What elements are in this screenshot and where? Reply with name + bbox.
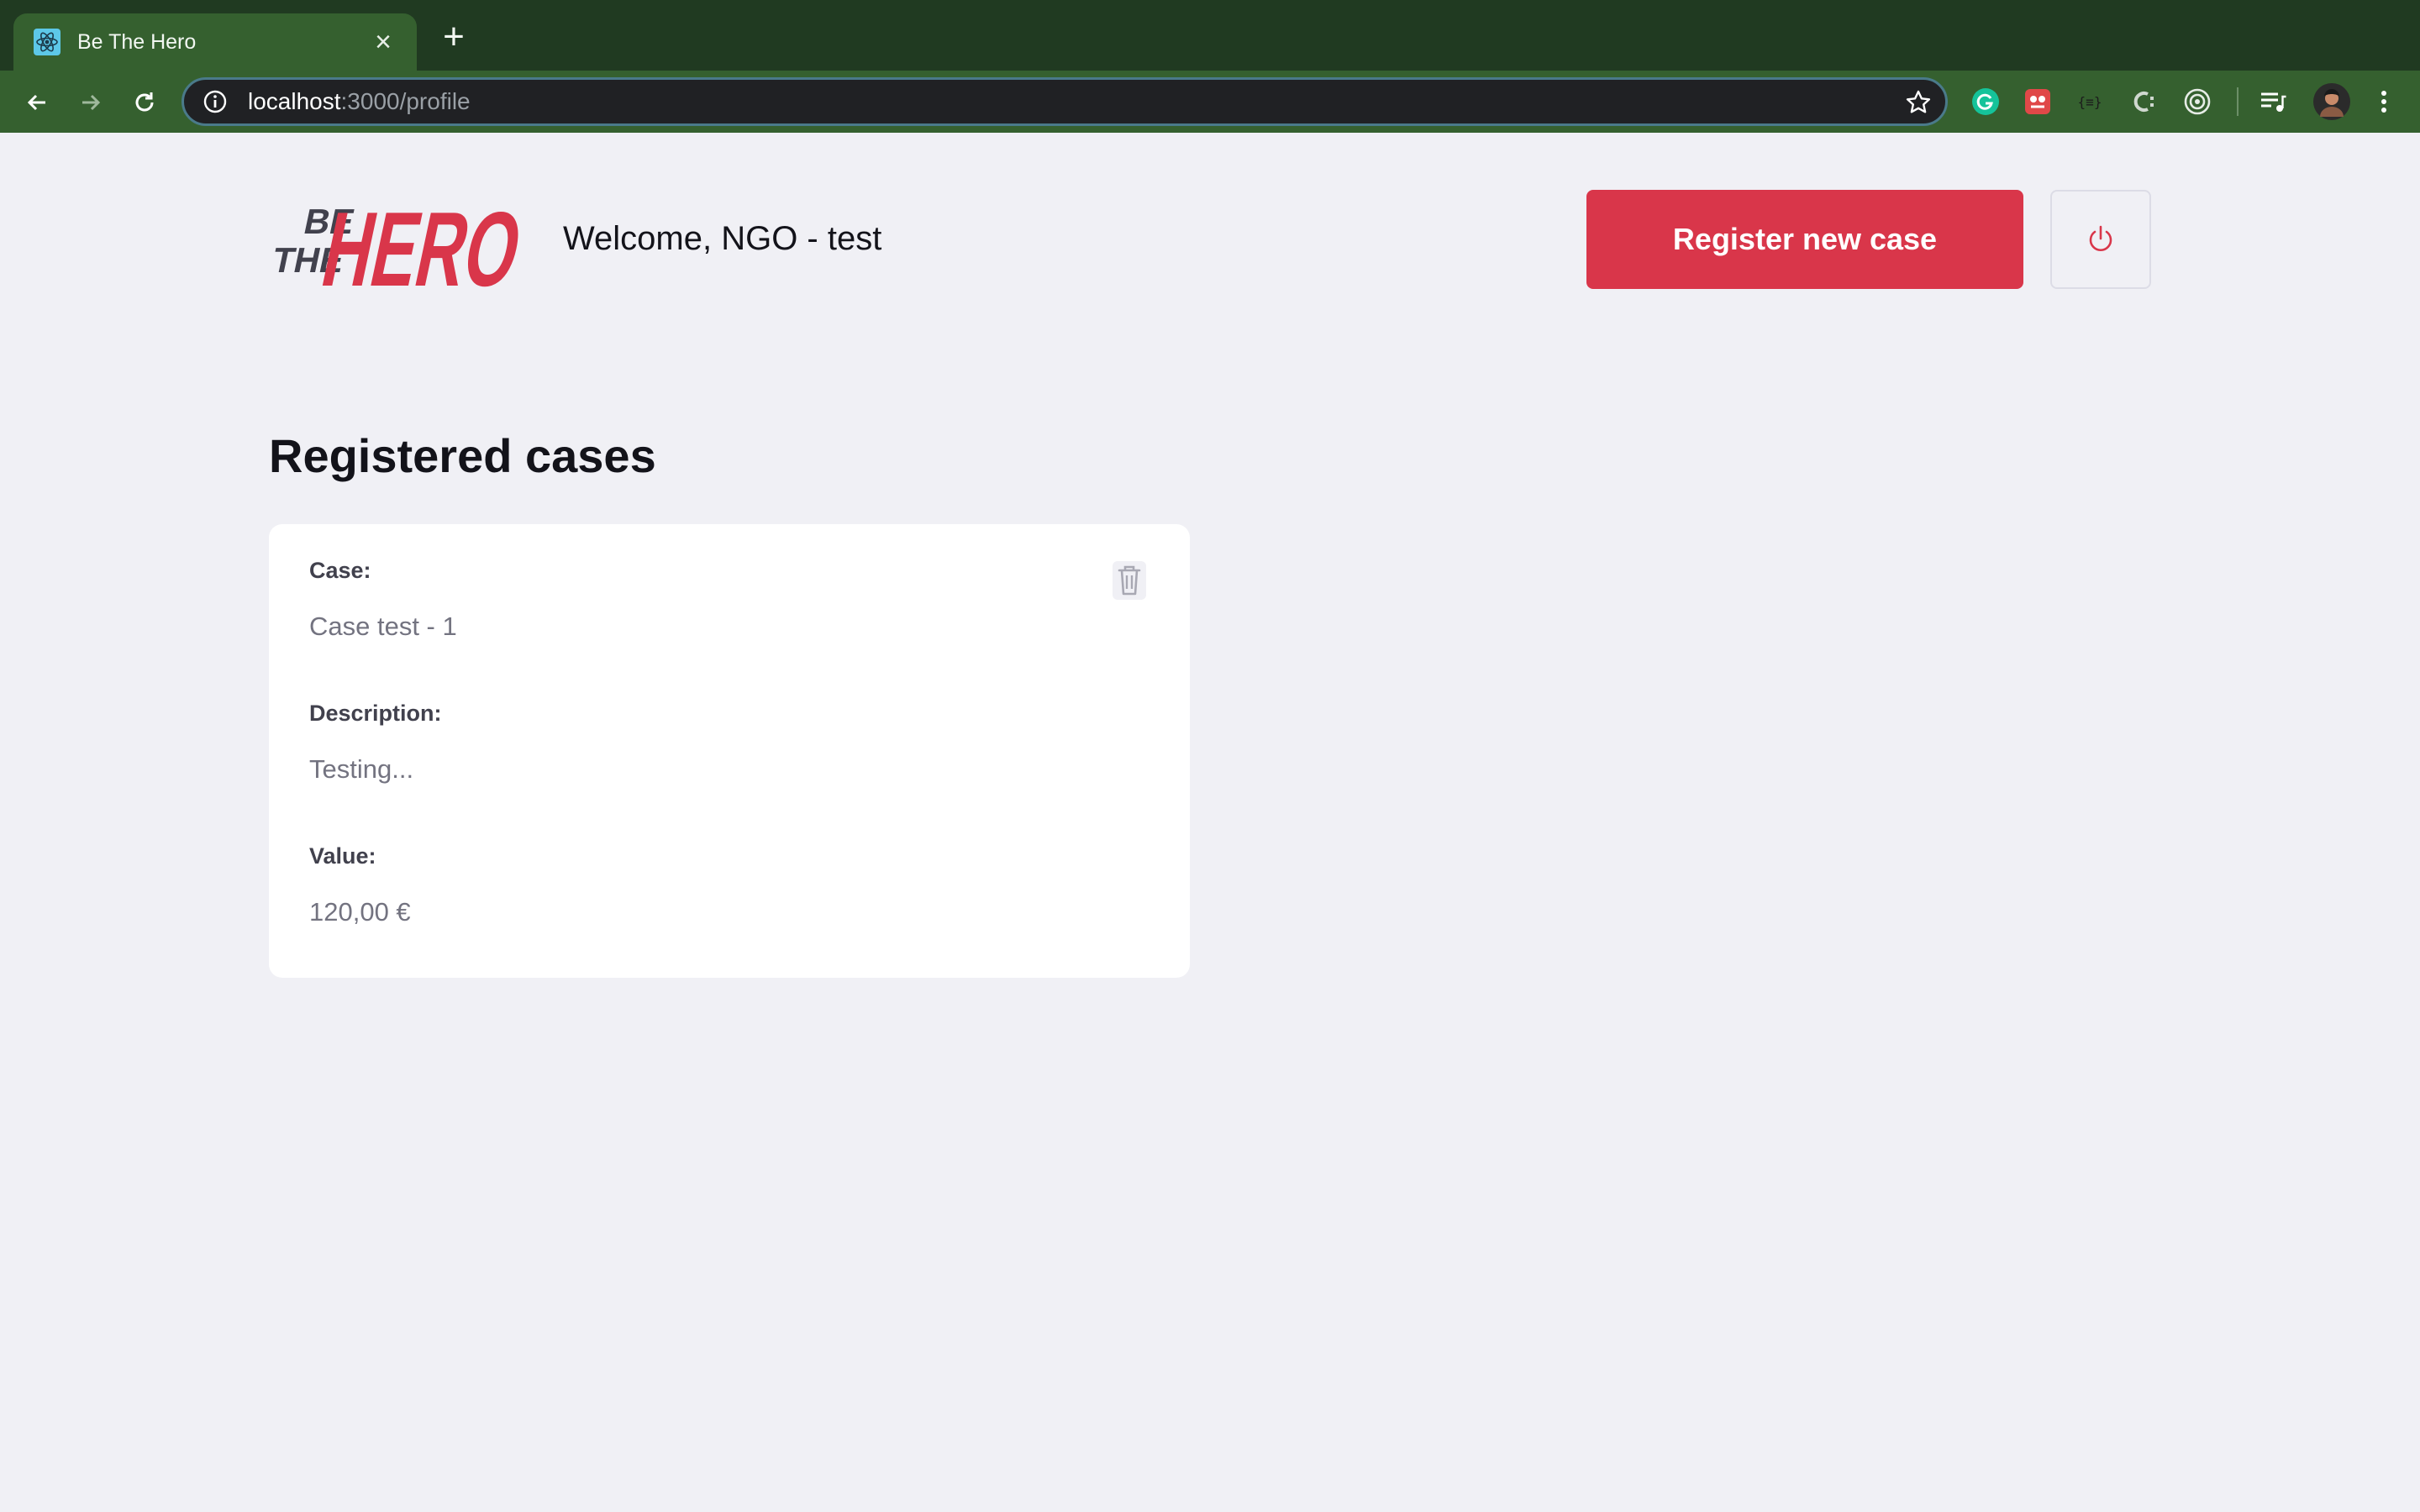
delete-case-button[interactable]: [1111, 559, 1148, 601]
description-value: Testing...: [309, 754, 414, 784]
profile-page: BE THE HERO Welcome, NGO - test Register…: [0, 133, 2420, 1512]
extension-icon[interactable]: [2022, 86, 2054, 118]
address-bar[interactable]: localhost:3000/profile: [182, 77, 1948, 126]
case-label: Case:: [309, 558, 371, 583]
tab-title: Be The Hero: [77, 29, 197, 54]
register-new-case-button[interactable]: Register new case: [1586, 190, 2023, 289]
logout-button[interactable]: [2050, 190, 2151, 289]
browser-toolbar: localhost:3000/profile {≡}: [0, 71, 2420, 133]
close-icon[interactable]: ×: [370, 28, 397, 56]
grammarly-icon[interactable]: [1970, 86, 2002, 118]
plus-icon[interactable]: +: [437, 18, 471, 55]
avatar[interactable]: [2312, 82, 2351, 121]
json-icon[interactable]: {≡}: [2074, 86, 2106, 118]
url-path: :3000/profile: [340, 88, 471, 114]
css-icon[interactable]: [2128, 86, 2160, 118]
be-the-hero-logo: BE THE HERO: [269, 190, 524, 296]
react-favicon: [34, 29, 60, 55]
info-icon[interactable]: [203, 89, 228, 114]
svg-text:HERO: HERO: [313, 190, 524, 296]
case-card: Case: Case test - 1 Description: Testing…: [269, 524, 1190, 978]
section-title: Registered cases: [269, 429, 656, 482]
value-value: 120,00 €: [309, 897, 411, 927]
forward-arrow-icon[interactable]: [72, 84, 109, 121]
target-icon[interactable]: [2181, 86, 2213, 118]
value-label: Value:: [309, 843, 376, 869]
welcome-text: Welcome, NGO - test: [563, 220, 882, 257]
power-icon: [2089, 225, 2112, 251]
star-icon[interactable]: [1905, 89, 1932, 116]
description-label: Description:: [309, 701, 442, 726]
media-playlist-icon[interactable]: [2257, 86, 2289, 118]
back-arrow-icon[interactable]: [18, 84, 55, 121]
reload-icon[interactable]: [126, 84, 163, 121]
url-host: localhost: [248, 88, 341, 114]
trash-icon: [1113, 561, 1146, 600]
kebab-menu-icon[interactable]: [2368, 86, 2400, 118]
toolbar-separator: [2237, 87, 2238, 116]
svg-text:{≡}: {≡}: [2078, 94, 2102, 110]
case-value: Case test - 1: [309, 612, 457, 641]
browser-tab[interactable]: Be The Hero ×: [13, 13, 417, 71]
browser-tabstrip: Be The Hero × +: [0, 0, 2420, 71]
